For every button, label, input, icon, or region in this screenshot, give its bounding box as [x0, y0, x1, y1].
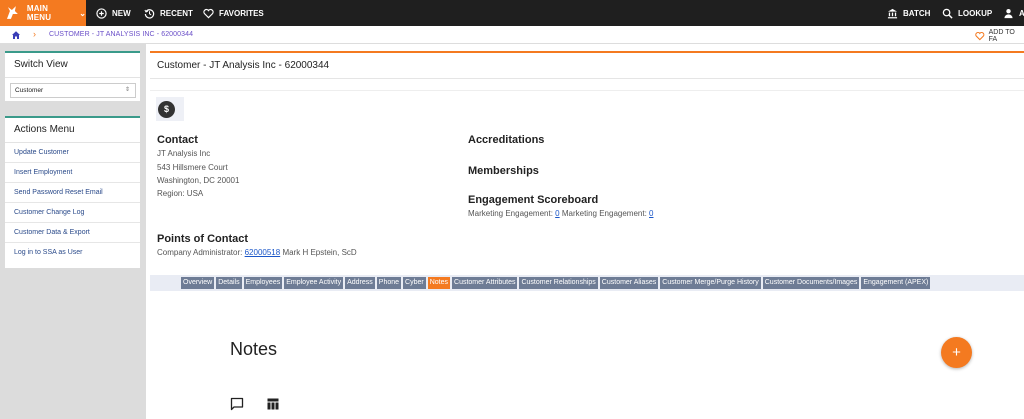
contact-region: Region: USA	[157, 189, 204, 198]
contact-city: Washington, DC 20001	[157, 176, 240, 185]
switch-view-heading: Switch View	[5, 53, 140, 78]
engagement-value-1-link[interactable]: 0	[555, 209, 559, 218]
tab-list: Overview Details Employees Employee Acti…	[181, 277, 931, 289]
main-menu-label: MAIN MENU	[26, 4, 52, 22]
batch-button[interactable]: BATCH	[887, 0, 930, 26]
bank-icon	[887, 8, 898, 18]
action-insert-employment[interactable]: Insert Employment	[5, 163, 140, 183]
tab-notes[interactable]: Notes	[427, 277, 451, 289]
page-title: Customer - JT Analysis Inc - 62000344	[157, 60, 330, 71]
tab-customer-merge-purge-history[interactable]: Customer Merge/Purge History	[660, 277, 761, 289]
new-button[interactable]: NEW	[96, 0, 131, 26]
contact-street: 543 Hillsmere Court	[157, 163, 228, 172]
user-icon	[1004, 8, 1013, 18]
plus-circle-icon	[96, 7, 107, 19]
switch-view-panel: Switch View Customer ⇕	[5, 51, 140, 101]
actions-menu-panel: Actions Menu Update Customer Insert Empl…	[5, 116, 140, 268]
engagement-line: Marketing Engagement: 0 Marketing Engage…	[468, 209, 653, 218]
lookup-button[interactable]: LOOKUP	[942, 0, 992, 26]
company-admin-id-link[interactable]: 62000518	[245, 248, 281, 257]
tab-engagement-apex[interactable]: Engagement (APEX)	[861, 277, 931, 289]
accreditations-heading: Accreditations	[468, 134, 545, 146]
action-customer-change-log[interactable]: Customer Change Log	[5, 203, 140, 223]
main-content: Customer - JT Analysis Inc - 62000344 $ …	[146, 44, 1024, 419]
add-to-favorites-label: ADD TO FA	[988, 29, 1015, 43]
fox-logo-icon	[6, 6, 18, 19]
action-login-ssa[interactable]: Log in to SSA as User	[5, 243, 140, 263]
switch-view-select[interactable]: Customer ⇕	[10, 83, 136, 98]
tab-employee-activity[interactable]: Employee Activity	[284, 277, 344, 289]
action-send-password-reset[interactable]: Send Password Reset Email	[5, 183, 140, 203]
notes-heading: Notes	[230, 339, 278, 359]
tab-cyber[interactable]: Cyber	[403, 277, 426, 289]
company-admin-label: Company Administrator:	[157, 248, 243, 257]
history-icon	[144, 8, 155, 19]
chevron-right-icon: ›	[33, 29, 36, 39]
tab-phone[interactable]: Phone	[376, 277, 402, 289]
tab-customer-attributes[interactable]: Customer Attributes	[452, 277, 518, 289]
tab-customer-relationships[interactable]: Customer Relationships	[519, 277, 598, 289]
chevron-down-icon: ⌄	[79, 8, 86, 18]
tab-customer-aliases[interactable]: Customer Aliases	[599, 277, 659, 289]
new-label: NEW	[112, 8, 131, 18]
favorites-button[interactable]: FAVORITES	[203, 0, 264, 26]
company-admin-name: Mark H Epstein, ScD	[282, 248, 357, 257]
recent-button[interactable]: RECENT	[144, 0, 193, 26]
account-button[interactable]: AC	[1003, 0, 1024, 26]
engagement-label-1: Marketing Engagement:	[468, 209, 553, 218]
table-icon[interactable]	[266, 397, 280, 411]
action-customer-data-export[interactable]: Customer Data & Export	[5, 223, 140, 243]
memberships-heading: Memberships	[468, 165, 539, 177]
lookup-label: LOOKUP	[958, 8, 993, 18]
favorites-label: FAVORITES	[219, 8, 264, 18]
divider	[150, 78, 1024, 79]
engagement-heading: Engagement Scoreboard	[468, 194, 599, 206]
tab-details[interactable]: Details	[216, 277, 242, 289]
accent-divider	[150, 51, 1024, 53]
tab-bar: Overview Details Employees Employee Acti…	[150, 275, 1024, 291]
top-navigation-bar: MAIN MENU ⌄ NEW RECENT FAVORITES BATCH L…	[0, 0, 1024, 26]
switch-view-selected: Customer	[15, 87, 44, 94]
engagement-value-2-link[interactable]: 0	[649, 209, 653, 218]
comment-icon[interactable]	[230, 397, 244, 411]
tab-overview[interactable]: Overview	[181, 277, 215, 289]
home-icon[interactable]	[11, 30, 21, 40]
contact-heading: Contact	[157, 134, 198, 146]
select-arrows-icon: ⇕	[124, 87, 130, 93]
add-to-favorites-button[interactable]: ADD TO FA	[975, 29, 1024, 43]
heart-icon	[203, 8, 214, 18]
recent-label: RECENT	[160, 8, 193, 18]
batch-label: BATCH	[903, 8, 931, 18]
contact-name: JT Analysis Inc	[157, 149, 211, 158]
add-note-button[interactable]: +	[941, 337, 972, 368]
tab-customer-documents-images[interactable]: Customer Documents/Images	[762, 277, 860, 289]
points-of-contact-line: Company Administrator: 62000518 Mark H E…	[157, 248, 357, 257]
search-icon	[942, 8, 953, 19]
account-label: AC	[1019, 8, 1024, 18]
points-of-contact-heading: Points of Contact	[157, 233, 249, 245]
engagement-label-2: Marketing Engagement:	[561, 209, 647, 218]
tab-address[interactable]: Address	[345, 277, 375, 289]
heart-icon	[975, 31, 985, 41]
divider	[150, 90, 1024, 91]
action-update-customer[interactable]: Update Customer	[5, 143, 140, 163]
actions-menu-heading: Actions Menu	[5, 118, 140, 143]
breadcrumb-current[interactable]: CUSTOMER - JT ANALYSIS INC - 62000344	[49, 31, 193, 38]
breadcrumb: › CUSTOMER - JT ANALYSIS INC - 62000344 …	[0, 26, 1024, 44]
left-sidebar: Switch View Customer ⇕ Actions Menu Upda…	[0, 44, 146, 419]
main-menu-button[interactable]: MAIN MENU ⌄	[0, 0, 86, 26]
dollar-icon[interactable]: $	[158, 101, 175, 118]
tab-employees[interactable]: Employees	[243, 277, 283, 289]
